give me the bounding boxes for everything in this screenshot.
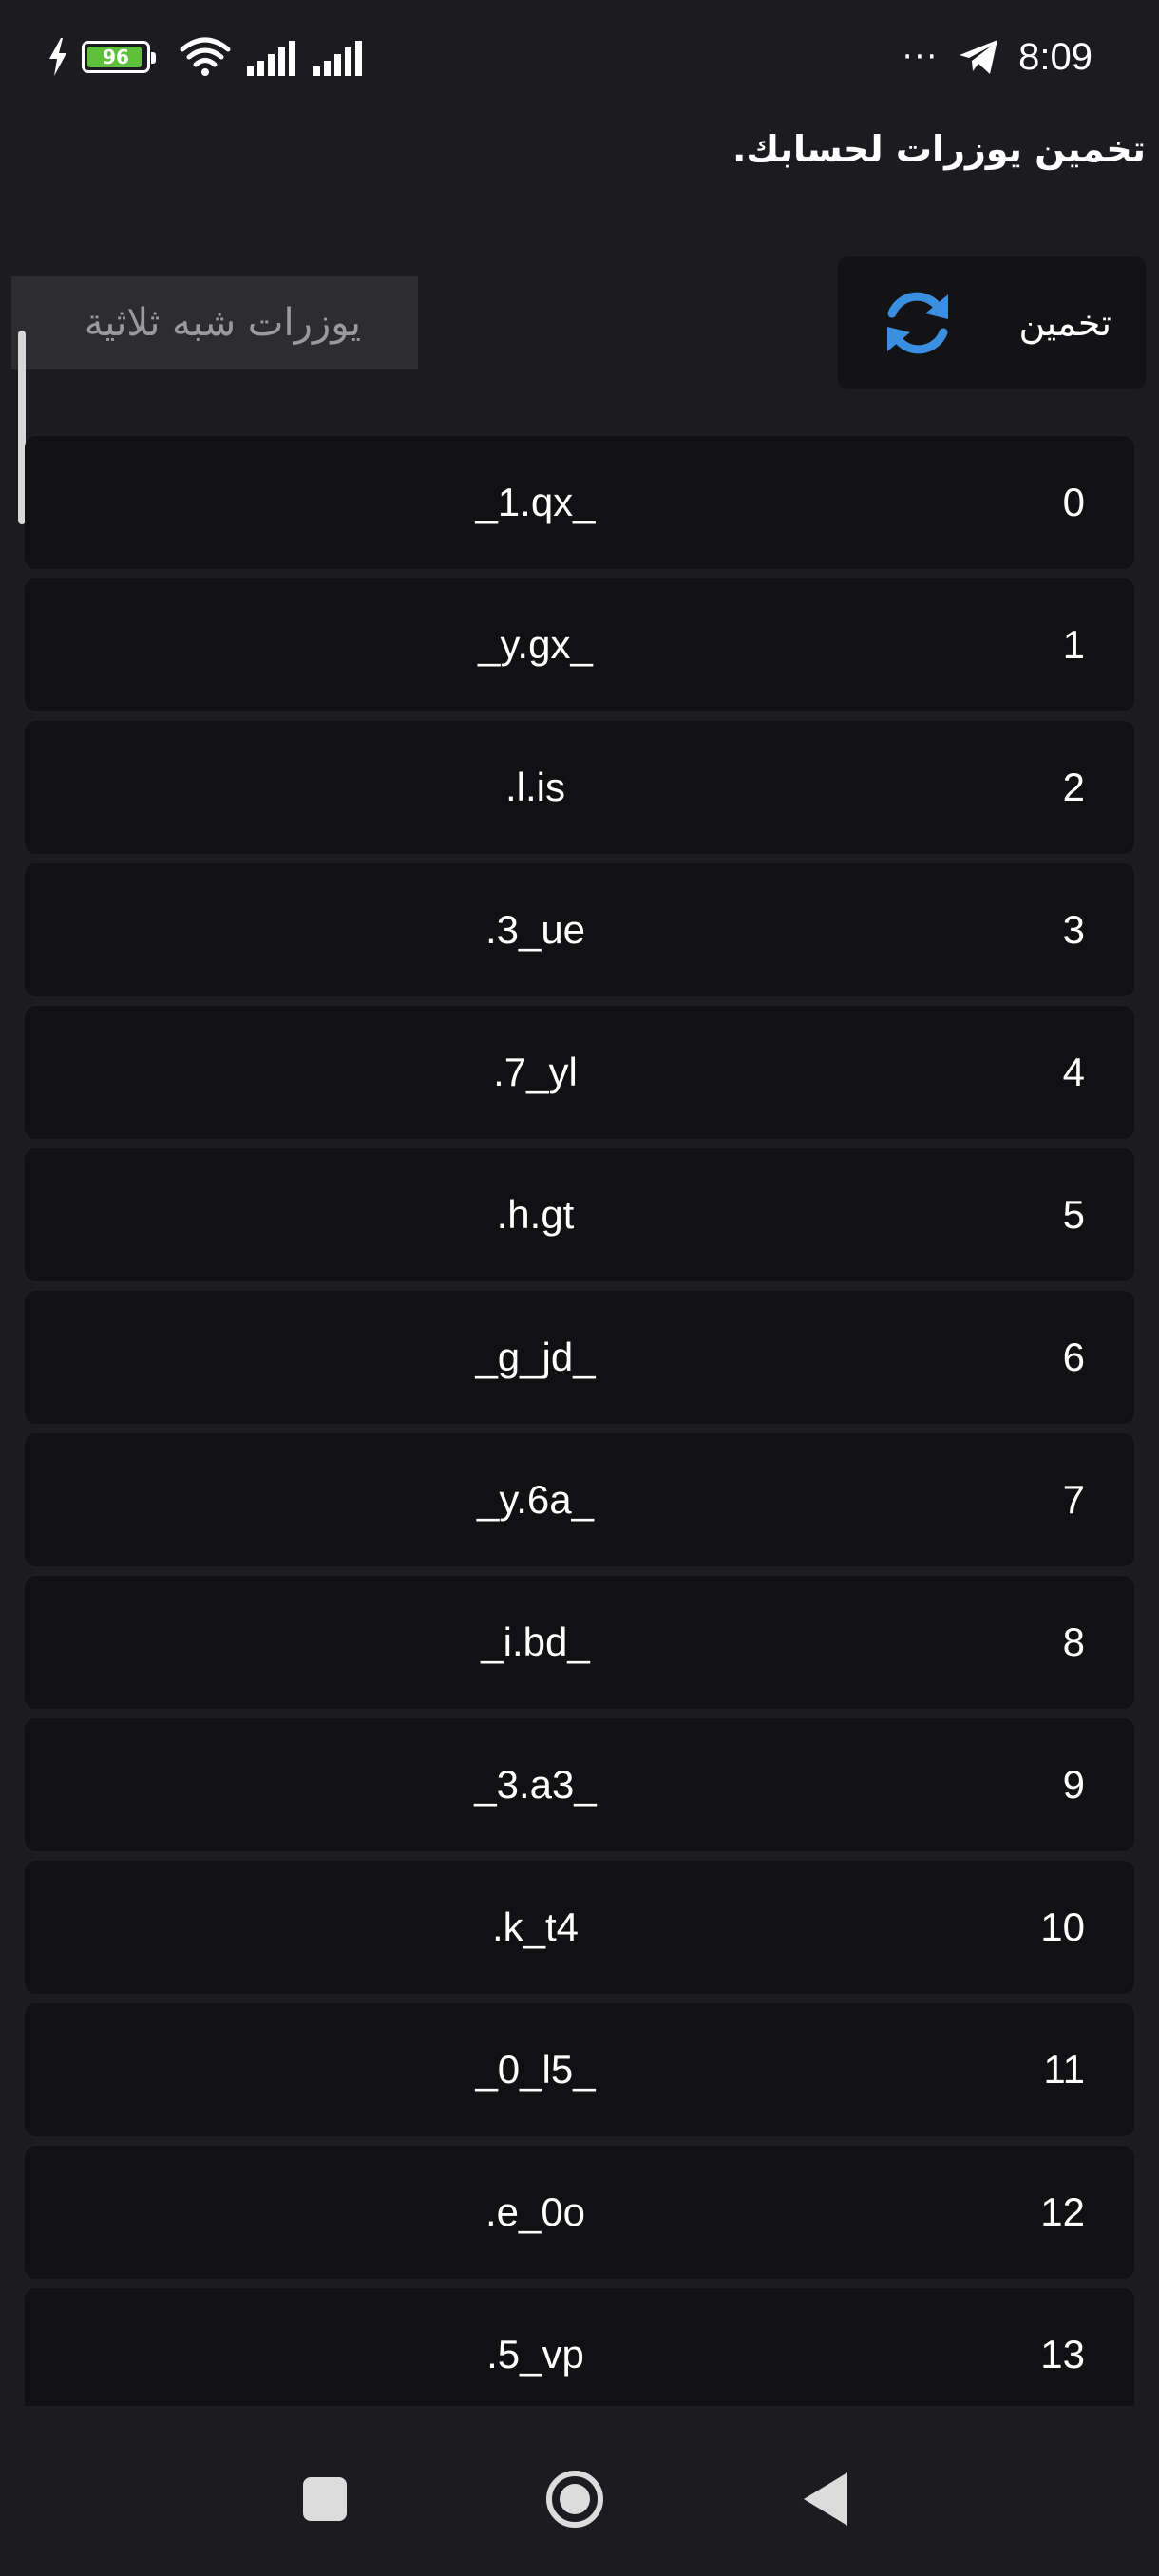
username-text: _i.bd_ — [481, 1619, 590, 1664]
page-title: تخمين يوزرات لحسابك. — [732, 128, 1146, 170]
list-item[interactable]: _y.gx_ 1 — [25, 578, 1134, 711]
row-index: 0 — [1062, 480, 1085, 524]
signal-icon — [314, 41, 362, 76]
row-index: 12 — [1040, 2189, 1085, 2234]
list-item[interactable]: .e_0o 12 — [25, 2146, 1134, 2279]
status-right: ··· 8:09 — [902, 28, 1092, 85]
row-index: 9 — [1062, 1762, 1085, 1807]
row-index: 13 — [1040, 2332, 1085, 2377]
list-item[interactable]: _g_jd_ 6 — [25, 1291, 1134, 1424]
row-index: 2 — [1062, 765, 1085, 809]
battery-indicator: 96 — [82, 41, 156, 73]
username-type-field[interactable] — [11, 276, 418, 369]
back-button[interactable] — [804, 2472, 847, 2526]
username-text: _y.6a_ — [477, 1477, 594, 1522]
row-index: 5 — [1062, 1192, 1085, 1237]
username-text: .h.gt — [496, 1192, 575, 1237]
wifi-icon — [180, 37, 231, 76]
row-index: 4 — [1062, 1050, 1085, 1094]
bolt-icon — [49, 38, 66, 76]
username-text: _g_jd_ — [475, 1335, 596, 1379]
row-index: 6 — [1062, 1335, 1085, 1379]
list-item[interactable]: .k_t4 10 — [25, 1861, 1134, 1994]
row-index: 7 — [1062, 1477, 1085, 1522]
list-item[interactable]: .5_vp 13 — [25, 2288, 1134, 2406]
status-left: 96 — [48, 28, 365, 85]
username-text: .k_t4 — [491, 1904, 580, 1949]
list-item[interactable]: _1.qx_ 0 — [25, 436, 1134, 569]
signal-icon — [247, 41, 295, 76]
status-bar: 96 ··· 8:09 — [0, 0, 1159, 114]
row-index: 3 — [1062, 907, 1085, 952]
overflow-dots: ··· — [902, 38, 940, 76]
username-text: .e_0o — [484, 2189, 586, 2234]
clock: 8:09 — [1018, 35, 1092, 78]
row-index: 1 — [1062, 622, 1085, 667]
list-item[interactable]: .l.is 2 — [25, 721, 1134, 854]
username-text: _0_l5_ — [475, 2047, 596, 2092]
list-item[interactable]: _i.bd_ 8 — [25, 1576, 1134, 1709]
username-text: .5_vp — [486, 2332, 584, 2377]
battery-level: 96 — [103, 46, 129, 68]
refresh-icon — [887, 292, 948, 354]
row-index: 10 — [1040, 1904, 1085, 1949]
guess-button-label: تخمين — [1018, 302, 1112, 344]
username-text: _1.qx_ — [475, 480, 596, 524]
username-text: .3_ue — [484, 907, 586, 952]
username-text: .l.is — [505, 765, 565, 809]
username-text: .7_yl — [493, 1050, 578, 1094]
list-item[interactable]: .h.gt 5 — [25, 1148, 1134, 1281]
list-item[interactable]: _y.6a_ 7 — [25, 1433, 1134, 1566]
row-index: 8 — [1062, 1619, 1085, 1664]
row-index: 11 — [1043, 2047, 1085, 2092]
telegram-icon — [960, 40, 998, 74]
recents-button[interactable] — [303, 2477, 347, 2521]
list-item[interactable]: _3.a3_ 9 — [25, 1718, 1134, 1851]
username-text: _y.gx_ — [478, 622, 593, 667]
list-item[interactable]: .3_ue 3 — [25, 863, 1134, 996]
guess-button[interactable]: تخمين — [838, 256, 1146, 389]
list-item[interactable]: .7_yl 4 — [25, 1006, 1134, 1139]
list-item[interactable]: _0_l5_ 11 — [25, 2003, 1134, 2136]
username-text: _3.a3_ — [474, 1762, 597, 1807]
navigation-bar — [0, 2406, 1159, 2576]
home-button[interactable] — [544, 2469, 605, 2529]
username-list: _1.qx_ 0 _y.gx_ 1 .l.is 2 .3_ue 3 .7_yl 4 .h.gt 5 _g… — [25, 436, 1134, 2406]
